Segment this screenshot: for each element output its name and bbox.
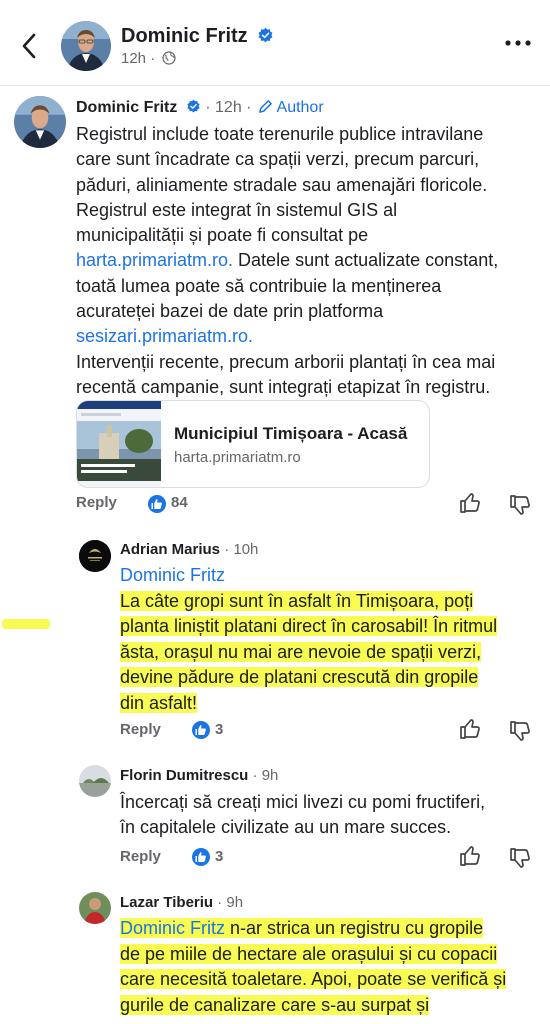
- highlighted-line: devine pădure de platani crescută din gr…: [120, 667, 479, 687]
- post-header: Dominic Fritz 12h ·: [0, 0, 550, 86]
- reply-button[interactable]: Reply: [120, 848, 161, 865]
- thumbs-down-icon[interactable]: [508, 493, 532, 517]
- like-thumb-icon[interactable]: [192, 848, 210, 866]
- comment-time: · 9h: [217, 894, 244, 911]
- verified-badge-icon: [187, 99, 200, 113]
- profile-photo-icon: [61, 21, 111, 71]
- comment-header: Florin Dumitrescu · 9h: [120, 767, 278, 784]
- avatar[interactable]: [79, 540, 111, 572]
- comment-body: Dominic Fritz n-ar strica un registru cu…: [120, 916, 540, 1018]
- highlighted-line: ăsta, orașul nu mai are nevoie de spații…: [120, 641, 482, 662]
- comment-time: · 12h ·: [205, 99, 252, 116]
- avatar[interactable]: [14, 96, 66, 148]
- comment-header: Lazar Tiberiu · 9h: [120, 894, 243, 911]
- comment-body: Registrul include toate terenurile publi…: [76, 122, 536, 400]
- back-arrow-icon[interactable]: [16, 30, 44, 62]
- avatar[interactable]: [79, 765, 111, 797]
- reports-link[interactable]: sesizari.primariatm.ro.: [76, 326, 253, 346]
- comment-line: care sunt încadrate ca spații verzi, pre…: [76, 149, 480, 170]
- commenter-name[interactable]: Adrian Marius: [120, 541, 220, 558]
- link-preview-title[interactable]: Municipiul Timișoara - Acasă: [174, 424, 407, 444]
- highlighted-line: care necesită toaletare. Apoi, poate se …: [120, 969, 507, 989]
- comment-line: Încercați să creați mici livezi cu pomi …: [120, 792, 486, 812]
- comment-time: · 9h: [252, 767, 279, 784]
- comment-line: în capitalele civilizate au un mare succ…: [120, 817, 452, 838]
- comment-header: Dominic Fritz · 12h · Author: [76, 99, 324, 117]
- comment-body: Dominic Fritz La câte gropi sunt în asfa…: [120, 563, 540, 716]
- profile-photo-icon: [79, 892, 111, 924]
- like-count[interactable]: 3: [215, 848, 223, 865]
- comment-line: Registrul include toate terenurile publi…: [76, 124, 484, 144]
- highlighted-line: din asfalt!: [120, 692, 198, 713]
- comment-line: toată lumea poate să contribuie la menți…: [76, 275, 442, 296]
- globe-icon: [162, 51, 176, 65]
- header-meta: 12h ·: [121, 50, 176, 67]
- comment-header: Adrian Marius · 10h: [120, 541, 258, 558]
- comment-line: Registrul este integrat în sistemul GIS …: [76, 199, 398, 220]
- commenter-name[interactable]: Lazar Tiberiu: [120, 894, 213, 911]
- like-count[interactable]: 84: [171, 494, 188, 511]
- comment-actions: Reply: [120, 848, 161, 865]
- comment-actions: Reply: [120, 721, 161, 738]
- verified-badge-icon: [258, 27, 273, 43]
- comment-actions: Reply: [76, 494, 117, 511]
- profile-photo-icon: [79, 540, 111, 572]
- mention-link[interactable]: Dominic Fritz: [120, 563, 540, 589]
- thumbs-down-icon[interactable]: [508, 846, 532, 870]
- like-thumb-icon[interactable]: [192, 721, 210, 739]
- highlight-mark: [2, 619, 50, 629]
- like-thumb-icon[interactable]: [148, 495, 166, 513]
- comment-line: harta.primariatm.ro. Datele sunt actuali…: [76, 248, 536, 273]
- link-preview-card[interactable]: Municipiul Timișoara - Acasă harta.prima…: [76, 400, 430, 488]
- commenter-name[interactable]: Dominic Fritz: [76, 99, 177, 116]
- comment-time: · 10h: [224, 541, 259, 558]
- comment-line: acurateței bazei de date prin platforma: [76, 301, 384, 322]
- like-count[interactable]: 3: [215, 721, 223, 738]
- highlighted-line: n-ar strica un registru cu gropile: [225, 918, 484, 938]
- website-thumbnail-icon: [77, 401, 161, 487]
- thumbs-up-icon[interactable]: [458, 844, 482, 868]
- highlighted-line: La câte gropi sunt în asfalt în Timișoar…: [120, 590, 474, 611]
- more-options-icon[interactable]: [504, 36, 532, 50]
- comment-line-text: Datele sunt actualizate constant,: [233, 250, 499, 271]
- header-time: 12h ·: [121, 50, 156, 67]
- mention-link[interactable]: Dominic Fritz: [120, 918, 225, 938]
- header-name[interactable]: Dominic Fritz: [121, 25, 274, 48]
- thumbs-up-icon[interactable]: [458, 491, 482, 515]
- profile-photo-icon: [14, 96, 66, 148]
- map-link[interactable]: harta.primariatm.ro.: [76, 250, 233, 270]
- author-badge: Author: [276, 99, 324, 116]
- link-preview-image: [77, 401, 161, 487]
- highlighted-line: de pe miile de hectare ale orașului și c…: [120, 943, 498, 964]
- header-name-text[interactable]: Dominic Fritz: [121, 25, 248, 47]
- link-preview-url: harta.primariatm.ro: [174, 449, 301, 466]
- comment-line: municipalității și poate fi consultat pe: [76, 225, 369, 246]
- highlighted-line: planta liniștit platani direct în carosa…: [120, 616, 498, 636]
- comment-line: recentă campanie, sunt integrați etapiza…: [76, 376, 491, 397]
- commenter-name[interactable]: Florin Dumitrescu: [120, 767, 248, 784]
- profile-photo-icon: [79, 765, 111, 797]
- pencil-icon: [259, 100, 272, 113]
- comment-line: Intervenții recente, precum arborii plan…: [76, 351, 496, 372]
- avatar[interactable]: [61, 21, 111, 71]
- reply-button[interactable]: Reply: [76, 494, 117, 511]
- comment-line: păduri, aliniamente stradale sau amenajă…: [76, 174, 488, 195]
- thumbs-down-icon[interactable]: [508, 719, 532, 743]
- highlighted-line: gurile de canalizare care s-au surpat și: [120, 994, 430, 1015]
- avatar[interactable]: [79, 892, 111, 924]
- comment-body: Încercați să creați mici livezi cu pomi …: [120, 790, 540, 841]
- thumbs-up-icon[interactable]: [458, 717, 482, 741]
- reply-button[interactable]: Reply: [120, 721, 161, 738]
